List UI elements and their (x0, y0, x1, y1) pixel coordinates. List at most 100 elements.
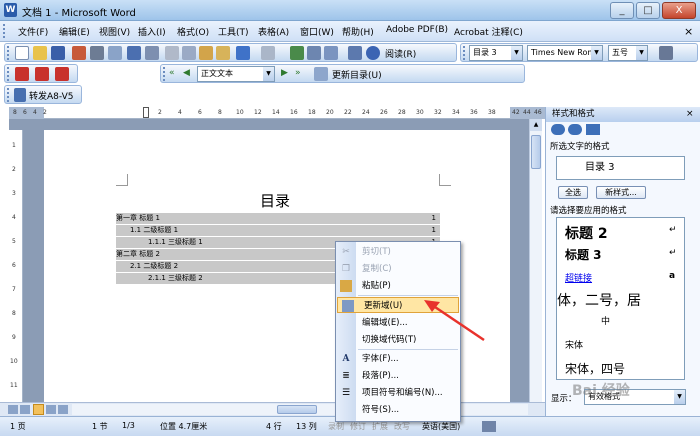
menu-adobe-pdf[interactable]: Adobe PDF(B) (386, 25, 448, 35)
outline-level-combo[interactable]: 正文文本 ▼ (197, 66, 275, 82)
style-combo[interactable]: 目录 3 ▼ (469, 45, 523, 61)
toc-entry[interactable]: 1.1 二级标题 1 1 (116, 225, 440, 236)
open-folder-icon[interactable] (33, 46, 47, 60)
back-icon[interactable] (551, 124, 565, 135)
status-extend[interactable]: 扩展 (372, 421, 388, 432)
status-language[interactable]: 英语(美国) (422, 421, 460, 432)
style-item-songti[interactable]: 宋体 (565, 338, 583, 351)
menu-item-bullets-numbering[interactable]: ☰ 项目符号和编号(N)... (336, 385, 460, 401)
undo-icon[interactable] (236, 46, 250, 60)
tables-borders-icon[interactable] (307, 46, 321, 60)
print-preview-icon[interactable] (108, 46, 122, 60)
document-map-icon[interactable] (348, 46, 362, 60)
ruler-number: 24 (362, 109, 370, 116)
menu-item-paragraph[interactable]: ≣ 段落(P)... (336, 368, 460, 384)
read-button[interactable]: 阅读(R) (385, 47, 416, 60)
print-icon[interactable] (90, 46, 104, 60)
style-item-custom[interactable]: 体，二号，居 (557, 290, 641, 310)
font-combo[interactable]: Times New Roman ▼ (527, 45, 603, 61)
menu-window[interactable]: 窗口(W) (300, 25, 334, 38)
promote-to-heading-icon[interactable]: « (169, 68, 175, 78)
home-icon[interactable] (586, 124, 600, 135)
spelling-icon[interactable] (127, 46, 141, 60)
pdf-email-icon[interactable] (35, 67, 49, 81)
vertical-scrollbar[interactable]: ▲ (529, 119, 542, 402)
paste-icon[interactable] (199, 46, 213, 60)
web-layout-icon[interactable] (20, 405, 30, 414)
save-icon[interactable] (51, 46, 65, 60)
toolbar-grip[interactable] (7, 46, 10, 60)
toc-entry[interactable]: 第一章 标题 1 1 (116, 213, 440, 224)
forward-icon[interactable] (568, 124, 582, 135)
close-document-button[interactable]: × (684, 25, 693, 38)
menu-acrobat-comments[interactable]: Acrobat 注释(C) (454, 25, 523, 38)
indent-marker[interactable] (143, 107, 149, 118)
update-toc-button[interactable]: 更新目录(U) (332, 68, 382, 81)
menu-file[interactable]: 文件(F) (18, 25, 48, 38)
menu-format[interactable]: 格式(O) (177, 25, 209, 38)
research-icon[interactable] (145, 46, 159, 60)
update-toc-icon[interactable] (314, 67, 328, 81)
style-item-heading2[interactable]: 标题 2 (565, 223, 608, 243)
new-document-icon[interactable] (15, 46, 29, 60)
toolbar-grip[interactable] (463, 46, 466, 60)
demote-icon[interactable]: ▶ (281, 68, 288, 78)
maximize-button[interactable]: □ (636, 2, 660, 19)
menu-tools[interactable]: 工具(T) (218, 25, 249, 38)
format-painter-icon[interactable] (216, 46, 230, 60)
vertical-ruler[interactable]: 1 2 3 4 5 6 7 8 9 10 11 (9, 130, 23, 402)
toc-heading[interactable]: 目录 (260, 190, 290, 211)
menu-view[interactable]: 视图(V) (99, 25, 130, 38)
reading-layout-icon[interactable] (58, 405, 68, 414)
copy-icon[interactable] (182, 46, 196, 60)
close-pane-button[interactable]: × (686, 109, 694, 119)
promote-icon[interactable]: ◀ (183, 68, 190, 78)
horizontal-ruler[interactable]: 8 6 4 2 2 4 6 8 10 12 14 16 18 20 22 24 … (13, 107, 510, 119)
outline-view-icon[interactable] (46, 405, 56, 414)
minimize-button[interactable]: _ (610, 2, 634, 19)
status-track-changes[interactable]: 修订 (350, 421, 366, 432)
menu-help[interactable]: 帮助(H) (342, 25, 374, 38)
toolbar-grip[interactable] (7, 88, 10, 102)
scroll-thumb[interactable] (277, 405, 317, 414)
spelling-status-icon[interactable] (482, 421, 496, 432)
hyperlink-icon[interactable] (290, 46, 304, 60)
permission-icon[interactable] (72, 46, 86, 60)
redo-icon[interactable] (261, 46, 275, 60)
demote-to-body-icon[interactable]: » (295, 68, 301, 78)
close-window-button[interactable]: X (662, 2, 696, 19)
convert-pdf-icon[interactable] (15, 67, 29, 81)
status-record[interactable]: 录制 (328, 421, 344, 432)
menu-item-paste[interactable]: 粘贴(P) (336, 278, 460, 294)
status-overtype[interactable]: 改写 (394, 421, 410, 432)
menu-edit[interactable]: 编辑(E) (59, 25, 90, 38)
menu-table[interactable]: 表格(A) (258, 25, 289, 38)
normal-view-icon[interactable] (8, 405, 18, 414)
forward-icon[interactable] (14, 88, 26, 102)
style-item-heading3[interactable]: 标题 3 (565, 246, 602, 263)
menu-item-font[interactable]: A 字体(F)... (336, 351, 460, 367)
toolbar-grip[interactable] (7, 67, 10, 81)
insert-table-icon[interactable] (324, 46, 338, 60)
forward-button[interactable]: 转发A8-V5 (29, 89, 74, 102)
help-icon[interactable] (366, 46, 380, 60)
menu-grip[interactable] (3, 24, 6, 38)
menu-insert[interactable]: 插入(I) (138, 25, 166, 38)
style-item-hyperlink[interactable]: 超链接 (565, 271, 592, 284)
style-item-songti-size4[interactable]: 宋体，四号 (565, 360, 625, 377)
font-size-combo[interactable]: 五号 ▼ (608, 45, 648, 61)
toolbar-grip[interactable] (163, 67, 166, 81)
menu-item-cut[interactable]: ✂ 剪切(T) (336, 244, 460, 260)
pdf-review-icon[interactable] (55, 67, 69, 81)
style-list[interactable]: 标题 2 ↵ 标题 3 ↵ 超链接 a 体，二号，居 中 宋体 宋体，四号 (556, 217, 685, 380)
cut-icon[interactable] (165, 46, 179, 60)
menu-item-symbol[interactable]: 符号(S)... (336, 402, 460, 418)
align-center-icon[interactable] (659, 46, 673, 60)
scroll-up-icon[interactable]: ▲ (530, 119, 542, 131)
new-style-button[interactable]: 新样式... (596, 186, 646, 199)
scroll-thumb[interactable] (531, 135, 541, 169)
select-all-button[interactable]: 全选 (558, 186, 588, 199)
menu-item-copy[interactable]: ❐ 复制(C) (336, 261, 460, 277)
print-layout-icon[interactable] (33, 404, 44, 415)
selected-style-box[interactable]: 目录 3 (556, 156, 685, 180)
